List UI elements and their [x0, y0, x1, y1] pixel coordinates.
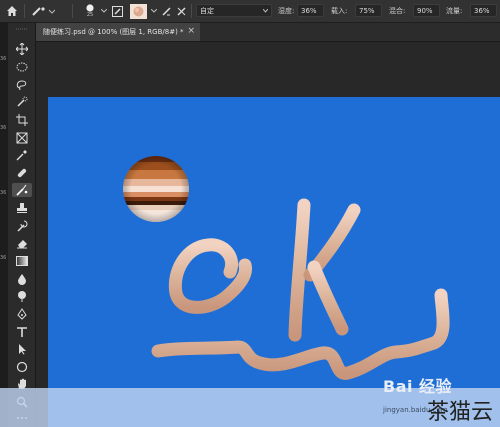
- panel-collapse-handle[interactable]: [12, 26, 32, 32]
- load-label: 载入:: [331, 7, 348, 15]
- mixer-brush-tool-icon[interactable]: [12, 183, 32, 197]
- load-value: 75%: [359, 7, 375, 15]
- move-tool-icon[interactable]: [12, 42, 32, 56]
- corner-watermark-text: 茶猫云: [427, 400, 494, 425]
- mixer-brush-preset-icon[interactable]: [30, 3, 56, 19]
- flow-label: 流量:: [446, 7, 463, 15]
- home-icon[interactable]: [4, 3, 20, 19]
- healing-brush-tool-icon[interactable]: [12, 166, 32, 180]
- left-panel-edge: 36 36 36 36: [0, 23, 8, 427]
- eraser-tool-icon[interactable]: [12, 236, 32, 250]
- dodge-tool-icon[interactable]: [12, 289, 32, 303]
- brush-size-value: 25: [86, 12, 94, 18]
- options-bar: 25 自定 湿度: 36% 载入: 75% 混合: 90% 流量: 36%: [0, 0, 500, 23]
- ellipse-tool-icon[interactable]: [12, 360, 32, 374]
- quick-select-tool-icon[interactable]: [12, 95, 32, 109]
- mix-value: 90%: [417, 7, 433, 15]
- pen-tool-icon[interactable]: [12, 307, 32, 321]
- path-select-tool-icon[interactable]: [12, 342, 32, 356]
- flow-value: 36%: [474, 7, 490, 15]
- document-tab-title: 随便练习.psd @ 100% (图层 1, RGB/8#) *: [43, 28, 184, 36]
- edge-label: 36: [0, 255, 7, 261]
- gradient-tool-icon[interactable]: [12, 254, 32, 268]
- wet-field[interactable]: 36%: [297, 4, 324, 17]
- history-brush-tool-icon[interactable]: [12, 219, 32, 233]
- chevron-down-icon[interactable]: [99, 3, 109, 19]
- tools-panel: [8, 23, 36, 427]
- edge-label: 36: [0, 190, 7, 196]
- close-icon[interactable]: ×: [187, 26, 195, 36]
- type-tool-icon[interactable]: [12, 325, 32, 339]
- chevron-down-icon[interactable]: [150, 3, 158, 19]
- mix-label: 混合:: [389, 7, 406, 15]
- wet-value: 36%: [301, 7, 317, 15]
- clean-brush-icon[interactable]: [174, 3, 188, 19]
- load-brush-icon[interactable]: [159, 3, 173, 19]
- edge-label: 36: [0, 56, 7, 62]
- color-sample-circle: [123, 156, 189, 222]
- wet-label: 湿度:: [278, 7, 295, 15]
- crop-tool-icon[interactable]: [12, 113, 32, 127]
- brush-settings-icon[interactable]: [110, 3, 124, 19]
- blend-mode-value: 自定: [200, 7, 214, 15]
- eyedropper-tool-icon[interactable]: [12, 148, 32, 162]
- blur-tool-icon[interactable]: [12, 272, 32, 286]
- document-tab[interactable]: 随便练习.psd @ 100% (图层 1, RGB/8#) * ×: [36, 23, 200, 41]
- load-field[interactable]: 75%: [355, 4, 382, 17]
- flow-field[interactable]: 36%: [470, 4, 497, 17]
- marquee-tool-icon[interactable]: [12, 60, 32, 74]
- current-load-swatch[interactable]: [128, 3, 148, 19]
- document-tab-bar: 随便练习.psd @ 100% (图层 1, RGB/8#) * ×: [36, 23, 500, 42]
- frame-tool-icon[interactable]: [12, 131, 32, 145]
- clone-stamp-tool-icon[interactable]: [12, 201, 32, 215]
- mix-field[interactable]: 90%: [413, 4, 440, 17]
- edge-label: 36: [0, 125, 7, 131]
- blend-mode-select[interactable]: 自定: [196, 4, 272, 17]
- lasso-tool-icon[interactable]: [12, 78, 32, 92]
